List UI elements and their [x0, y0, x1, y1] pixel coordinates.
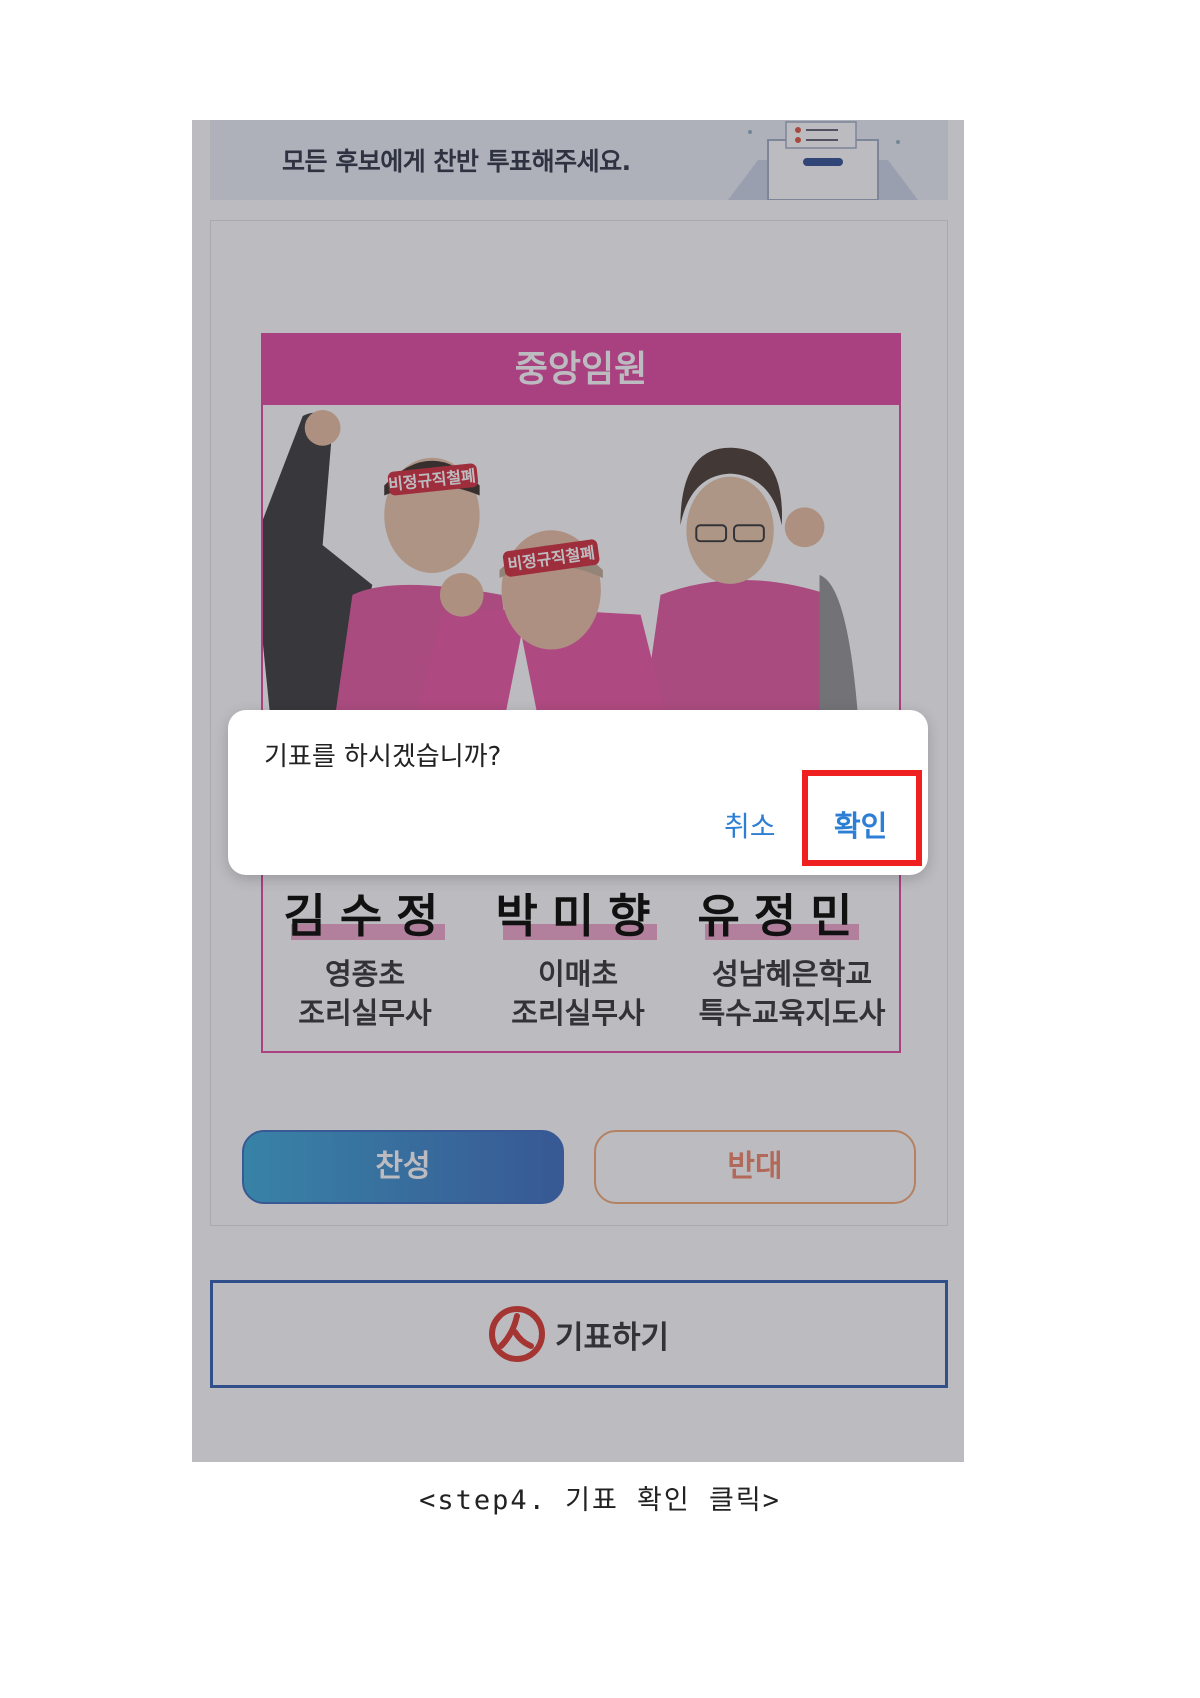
- highlight-box: [802, 770, 922, 866]
- phone-screen: 모든 후보에게 찬반 투표해주세요. 중앙임원 비정규직철폐 비정규직철폐 김수…: [192, 120, 964, 1462]
- dialog-message: 기표를 하시겠습니까?: [264, 742, 502, 772]
- candidate-name: 유정민: [697, 889, 867, 943]
- candidate-name: 김수정: [283, 889, 453, 943]
- step-caption: <step4. 기표 확인 클릭>: [419, 1485, 781, 1516]
- cancel-button[interactable]: 취소: [724, 805, 776, 845]
- candidate-name: 박미향: [495, 889, 665, 943]
- confirm-dialog: 기표를 하시겠습니까? 취소 확인: [228, 710, 928, 875]
